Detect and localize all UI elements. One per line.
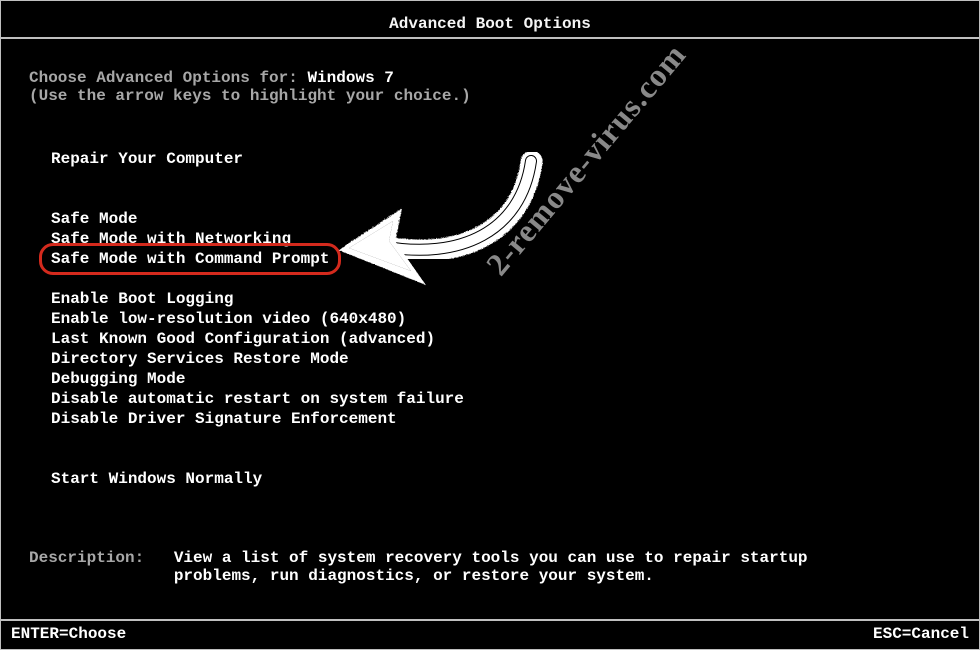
options-list: Repair Your ComputerSafe ModeSafe Mode w… xyxy=(29,149,951,489)
boot-option[interactable]: Safe Mode xyxy=(49,209,139,229)
boot-screen: Advanced Boot Options Choose Advanced Op… xyxy=(0,0,980,650)
hint-line: (Use the arrow keys to highlight your ch… xyxy=(29,87,951,105)
boot-option[interactable]: Start Windows Normally xyxy=(49,469,264,489)
boot-option[interactable]: Last Known Good Configuration (advanced) xyxy=(49,329,437,349)
boot-option[interactable]: Disable automatic restart on system fail… xyxy=(49,389,466,409)
boot-option[interactable]: Enable low-resolution video (640x480) xyxy=(49,309,408,329)
boot-option[interactable]: Enable Boot Logging xyxy=(49,289,235,309)
option-gap xyxy=(49,429,951,449)
description-label: Description: xyxy=(29,549,144,567)
boot-option[interactable]: Safe Mode with Networking xyxy=(49,229,293,249)
option-gap xyxy=(49,269,951,289)
description-text: View a list of system recovery tools you… xyxy=(154,549,814,585)
boot-option[interactable]: Disable Driver Signature Enforcement xyxy=(49,409,399,429)
page-title: Advanced Boot Options xyxy=(1,1,979,33)
prompt-line: Choose Advanced Options for: Windows 7 xyxy=(29,69,951,87)
footer-bar: ENTER=Choose ESC=Cancel xyxy=(1,619,979,649)
boot-option[interactable]: Repair Your Computer xyxy=(49,149,245,169)
option-gap xyxy=(49,169,951,189)
footer-enter: ENTER=Choose xyxy=(11,625,126,643)
content-area: Choose Advanced Options for: Windows 7 (… xyxy=(1,39,979,585)
description-block: Description: View a list of system recov… xyxy=(29,549,951,585)
footer-esc: ESC=Cancel xyxy=(873,625,969,643)
boot-option[interactable]: Directory Services Restore Mode xyxy=(49,349,351,369)
option-gap xyxy=(49,189,951,209)
boot-option[interactable]: Safe Mode with Command Prompt xyxy=(49,249,331,269)
highlighted-option[interactable]: Safe Mode with Command Prompt xyxy=(49,249,331,269)
boot-option[interactable]: Debugging Mode xyxy=(49,369,187,389)
prompt-prefix: Choose Advanced Options for: xyxy=(29,69,307,87)
option-gap xyxy=(49,449,951,469)
os-name: Windows 7 xyxy=(307,69,393,87)
